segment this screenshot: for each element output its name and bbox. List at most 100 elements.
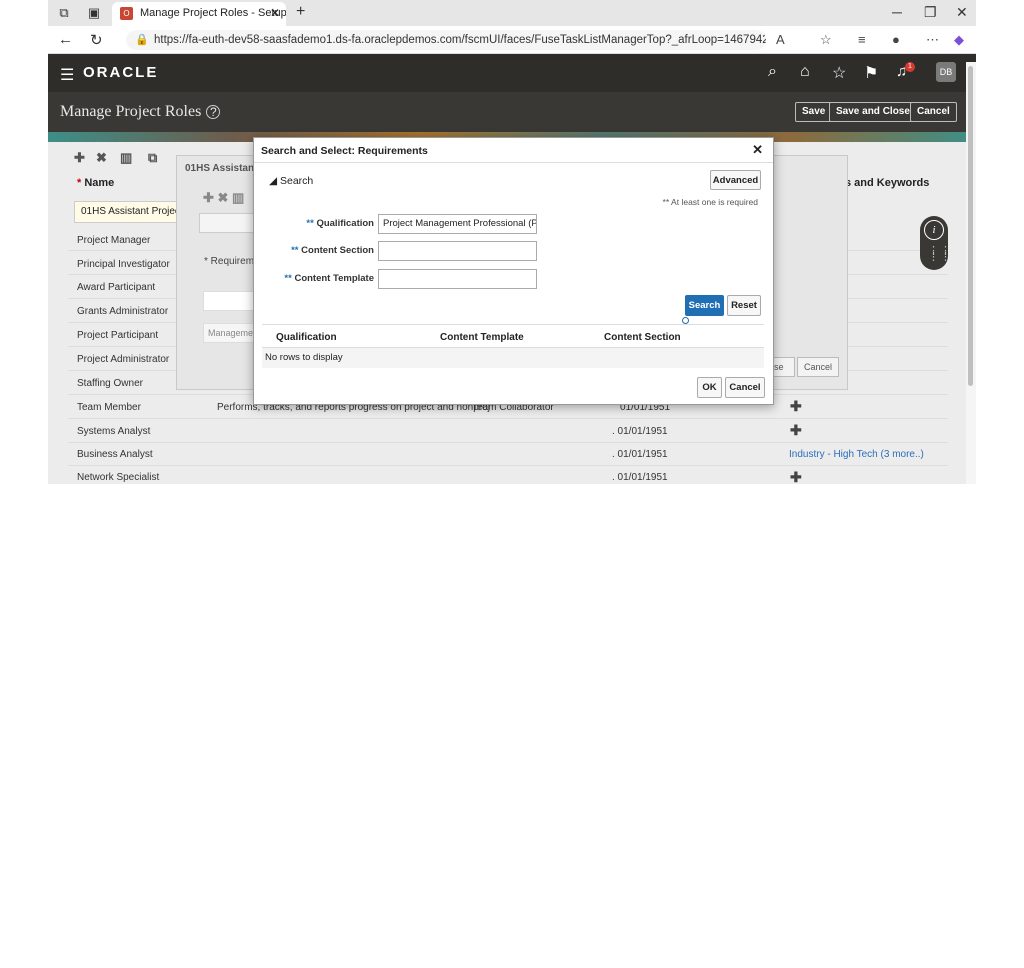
mouse-cursor-indicator xyxy=(682,317,689,324)
page-title: Manage Project Roles? xyxy=(60,103,221,121)
column-content-template[interactable]: Content Template xyxy=(440,332,524,343)
name-column-header[interactable]: * Name xyxy=(77,177,114,189)
dialog-title: Search and Select: Requirements xyxy=(261,145,428,157)
copilot-icon[interactable]: ◆ xyxy=(954,32,964,48)
page-title-text: Manage Project Roles xyxy=(60,103,202,120)
favorite-star-icon[interactable]: ☆ xyxy=(820,32,832,48)
tab-actions-icon[interactable]: ▣ xyxy=(86,5,102,21)
column-content-section[interactable]: Content Section xyxy=(604,332,681,343)
background-dialog-input xyxy=(199,213,259,233)
background-cancel-button[interactable]: Cancel xyxy=(797,357,839,377)
site-info-icon[interactable]: 🔒 xyxy=(135,33,149,46)
reset-button[interactable]: Reset xyxy=(727,295,761,316)
delete-icon[interactable]: ✖ xyxy=(96,150,107,166)
table-row[interactable]: Project Participant xyxy=(77,330,158,341)
add-keyword-icon[interactable]: ✚ xyxy=(790,398,802,415)
restore-icon[interactable]: ❐ xyxy=(924,4,937,21)
help-icon[interactable]: ? xyxy=(206,105,221,119)
dialog-cancel-button[interactable]: Cancel xyxy=(725,377,765,398)
content-section-label: ** Content Section xyxy=(291,245,374,256)
ok-button[interactable]: OK xyxy=(697,377,722,398)
left-margin xyxy=(0,0,48,484)
date-cell: . 01/01/1951 xyxy=(612,472,668,483)
flag-icon[interactable]: ⚑ xyxy=(864,63,878,83)
table-row[interactable]: Award Participant xyxy=(77,282,155,293)
more-options-icon[interactable]: ⋯ xyxy=(926,32,939,48)
address-bar: ← ↻ 🔒 https://fa-euth-dev58-saasfademo1.… xyxy=(48,26,976,54)
profile-icon[interactable]: ● xyxy=(892,32,900,47)
table-row[interactable]: Project Administrator xyxy=(77,354,169,365)
keywords-link[interactable]: Industry - High Tech (3 more..) xyxy=(789,449,924,460)
page-title-bar: Manage Project Roles? Save Save and Clos… xyxy=(48,92,976,132)
close-window-icon[interactable]: ✕ xyxy=(956,4,968,21)
oracle-favicon-icon: O xyxy=(120,7,133,20)
add-icon[interactable]: ✚ xyxy=(74,150,85,166)
read-aloud-icon[interactable]: A xyxy=(776,32,785,47)
notification-badge: 1 xyxy=(905,62,915,72)
save-and-close-button[interactable]: Save and Close xyxy=(829,102,917,122)
keywords-column-header[interactable]: s and Keywords xyxy=(845,177,929,189)
search-section-toggle[interactable]: ◢ Search xyxy=(269,175,313,187)
hamburger-menu-icon[interactable]: ☰ xyxy=(60,65,74,85)
add-keyword-icon[interactable]: ✚ xyxy=(790,469,802,484)
back-icon[interactable]: ← xyxy=(58,31,73,48)
url-text: https://fa-euth-dev58-saasfademo1.ds-fa.… xyxy=(154,34,766,46)
favorites-star-icon[interactable]: ☆ xyxy=(832,63,846,83)
browser-window: ⧉ ▣ O Manage Project Roles - Setup and ✕… xyxy=(48,0,976,484)
requirement-label: * Requirem xyxy=(204,256,255,267)
grid-dots-icon[interactable]: ⋮⋮ ⋮⋮ xyxy=(928,246,952,263)
browser-tab-strip: ⧉ ▣ O Manage Project Roles - Setup and ✕… xyxy=(48,0,976,26)
cancel-button[interactable]: Cancel xyxy=(910,102,957,122)
freeze-icon[interactable]: ▥ xyxy=(120,150,132,166)
background-save-close-button[interactable]: se xyxy=(771,357,795,377)
detach-icon[interactable]: ⧉ xyxy=(148,150,157,166)
empty-message: No rows to display xyxy=(265,352,343,363)
name-cell-editable[interactable]: 01HS Assistant Project M xyxy=(74,201,182,223)
content-template-label: ** Content Template xyxy=(284,273,374,284)
table-row[interactable]: Staffing Owner xyxy=(77,378,143,389)
search-icon[interactable]: ⌕ xyxy=(768,63,777,81)
table-row[interactable]: Business Analyst xyxy=(77,449,153,460)
search-button[interactable]: Search xyxy=(685,295,724,316)
dialog-close-icon[interactable]: ✕ xyxy=(752,142,763,158)
table-row[interactable]: Team Member xyxy=(77,402,141,413)
background-dialog-title: 01HS Assistant xyxy=(185,163,258,174)
date-cell: . 01/01/1951 xyxy=(612,449,668,460)
oracle-logo[interactable]: ORACLE xyxy=(83,64,158,81)
info-icon[interactable]: i xyxy=(924,220,944,240)
required-note: ** At least one is required xyxy=(662,197,758,207)
save-button[interactable]: Save xyxy=(795,102,833,122)
info-widget[interactable]: i ⋮⋮ ⋮⋮ xyxy=(920,216,951,270)
results-table-header: Qualification Content Template Content S… xyxy=(262,324,764,348)
qualification-label: ** Qualification xyxy=(306,218,374,229)
content-section-input[interactable] xyxy=(378,241,537,261)
new-tab-icon[interactable]: + xyxy=(296,3,305,21)
search-select-dialog: Search and Select: Requirements ✕ ◢ Sear… xyxy=(253,137,774,405)
table-row[interactable]: Systems Analyst xyxy=(77,426,150,437)
results-table: Qualification Content Template Content S… xyxy=(262,324,764,368)
right-margin xyxy=(0,484,48,968)
browser-tab-active[interactable]: O Manage Project Roles - Setup and ✕ xyxy=(112,2,286,26)
favorites-list-icon[interactable]: ≡ xyxy=(858,32,866,47)
content-template-input[interactable] xyxy=(378,269,537,289)
oracle-header: ☰ ORACLE ⌕ ⌂ ☆ ⚑ ♫ 1 DB xyxy=(48,54,976,92)
table-row[interactable]: Network Specialist xyxy=(77,472,159,483)
background-dialog-toolbar-icons: ✚ ✖ ▥ xyxy=(203,190,245,205)
table-row[interactable]: Grants Administrator xyxy=(77,306,168,317)
refresh-icon[interactable]: ↻ xyxy=(90,31,103,49)
date-cell: . 01/01/1951 xyxy=(612,426,668,437)
table-row[interactable]: Project Manager xyxy=(77,235,150,246)
minimize-icon[interactable]: ─ xyxy=(892,4,902,20)
column-qualification[interactable]: Qualification xyxy=(276,332,337,343)
home-icon[interactable]: ⌂ xyxy=(800,63,810,81)
user-avatar[interactable]: DB xyxy=(936,62,956,82)
tab-title: Manage Project Roles - Setup and xyxy=(140,7,286,19)
table-row[interactable]: Principal Investigator xyxy=(77,259,170,270)
scrollbar-thumb[interactable] xyxy=(968,66,973,386)
url-field[interactable]: 🔒 https://fa-euth-dev58-saasfademo1.ds-f… xyxy=(126,30,766,50)
close-tab-icon[interactable]: ✕ xyxy=(270,6,280,20)
advanced-button[interactable]: Advanced xyxy=(710,170,761,190)
add-keyword-icon[interactable]: ✚ xyxy=(790,422,802,439)
qualification-input[interactable]: Project Management Professional (PM xyxy=(378,214,537,234)
workspaces-icon[interactable]: ⧉ xyxy=(56,5,72,21)
